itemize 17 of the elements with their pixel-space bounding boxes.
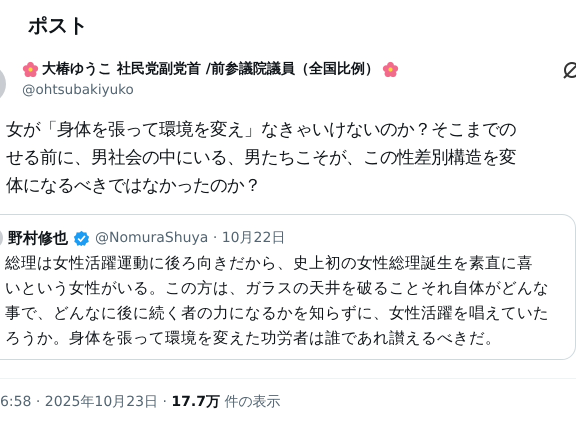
flower-icon — [22, 60, 39, 78]
flower-icon — [382, 60, 399, 78]
quoted-text-line: ろうか。身体を張って環境を変えた功労者は誰であれ讃えるべきだ。 — [5, 328, 502, 349]
quoted-post-card[interactable]: 野村修也 @NomuraShuya · 10月22日 総理は女性活躍運動に後ろ向きだから、史上初の女性総理誕生を素直に喜 いという女性がいる。この方は、ガラスの天井を破ることそれ自体がどんな 事で、どんなに後に続く者の力になるかを知らずに、女性活躍を唱えていた ろうか。身体を張って環境を変えた功労者は誰であれ讃えるべきだ。 — [0, 214, 576, 360]
page-title: ポスト — [27, 12, 89, 39]
slashed-circle-icon[interactable] — [562, 60, 576, 80]
author-name[interactable]: 大椿ゆうこ 社民党副党首 /前参議院議員（全国比例） — [42, 60, 379, 78]
post-text-line: 女が「身体を張って環境を変え」なきゃいけないのか？そこまでの — [6, 119, 517, 142]
quoted-byline: @NomuraShuya · 10月22日 — [95, 229, 286, 247]
post-text-line: せる前に、男社会の中にいる、男たちこそが、この性差別構造を変 — [6, 147, 517, 170]
author-handle[interactable]: @ohtsubakiyuko — [22, 82, 562, 98]
post-text-line: 体になるべきではなかったのか？ — [6, 175, 262, 198]
quoted-text-line: 総理は女性活躍運動に後ろ向きだから、史上初の女性総理誕生を素直に喜 — [5, 253, 534, 274]
quoted-text-line: いという女性がいる。この方は、ガラスの天井を破ることそれ自体がどんな — [5, 278, 550, 299]
post-meta: 6:58 · 2025年10月23日 · 17.7万 件の表示 — [0, 378, 576, 411]
quoted-author-name: 野村修也 — [8, 228, 68, 248]
quoted-text-line: 事で、どんなに後に続く者の力になるかを知らずに、女性活躍を唱えていた — [5, 303, 550, 324]
